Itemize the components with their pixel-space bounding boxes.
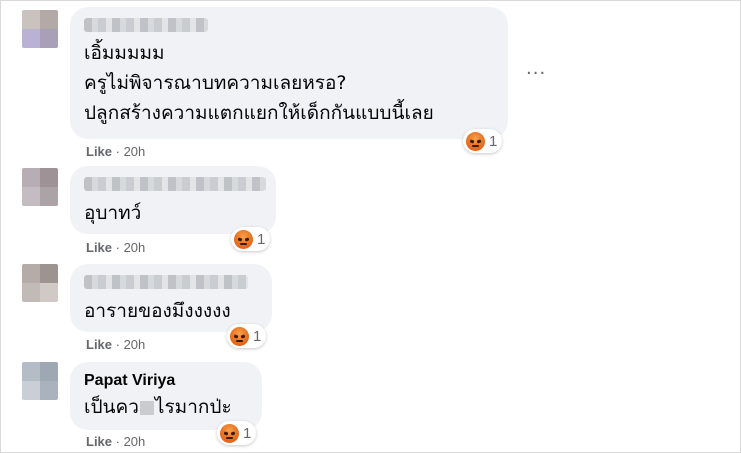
author-name[interactable]: Papat Viriya [84,372,175,390]
angry-reaction-icon [466,131,485,151]
angry-reaction-icon [230,326,249,346]
avatar[interactable] [22,362,58,400]
comment-text-line: ครูไม่พิจารณาบทความเลยหรอ? [84,72,347,94]
avatar[interactable] [22,168,58,206]
comment-text: เป็นคว ไรมากป่ะ [84,394,232,421]
reaction-count: 1 [257,230,266,248]
reaction-count: 1 [243,424,252,442]
comment-meta: Like · 20h [86,144,145,159]
like-link[interactable]: Like [86,434,112,449]
comment-meta: Like · 20h [86,240,145,255]
comment-text-part: ไรมากป่ะ [154,396,232,418]
like-link[interactable]: Like [86,240,112,255]
separator: · [112,434,124,449]
author-name-blurred[interactable] [84,275,248,289]
avatar[interactable] [22,10,58,48]
like-link[interactable]: Like [86,337,112,352]
like-link[interactable]: Like [86,144,112,159]
angry-reaction-icon [220,423,239,443]
comment-bubble: อารายของมึงงงงง [70,264,272,332]
timestamp[interactable]: 20h [124,240,146,255]
comment-text-line: อุบาทว์ [84,202,142,224]
comment-text-line: ปลูกสร้างความแตกแยกให้เด็กกันแบบนี้เลย [84,102,434,124]
reaction-summary[interactable]: 1 [227,324,267,348]
timestamp[interactable]: 20h [124,337,146,352]
comment-bubble: เอิ้มมมมม ครูไม่พิจารณาบทความเลยหรอ? ปลู… [70,7,508,139]
angry-reaction-icon [234,229,253,249]
comment-text-line: อารายของมึงงงงง [84,300,231,322]
author-name-blurred[interactable] [84,18,208,32]
reaction-summary[interactable]: 1 [463,129,503,153]
timestamp[interactable]: 20h [124,434,146,449]
separator: · [112,240,124,255]
reaction-summary[interactable]: 1 [231,227,271,251]
separator: · [112,337,124,352]
avatar[interactable] [22,264,58,302]
separator: · [112,144,124,159]
comment-bubble: Papat Viriya เป็นคว ไรมากป่ะ [70,362,262,430]
comment-meta: Like · 20h [86,434,145,449]
comment-bubble: อุบาทว์ [70,166,276,234]
more-options-icon[interactable]: ... [526,58,546,79]
reaction-count: 1 [253,327,262,345]
reaction-summary[interactable]: 1 [217,421,257,445]
author-name-blurred[interactable] [84,177,266,191]
comment-text-line: เอิ้มมมมม [84,42,165,64]
comment-text-part: เป็นคว [84,396,139,418]
timestamp[interactable]: 20h [124,144,146,159]
censor-block [139,400,154,415]
comment-meta: Like · 20h [86,337,145,352]
reaction-count: 1 [489,132,498,150]
